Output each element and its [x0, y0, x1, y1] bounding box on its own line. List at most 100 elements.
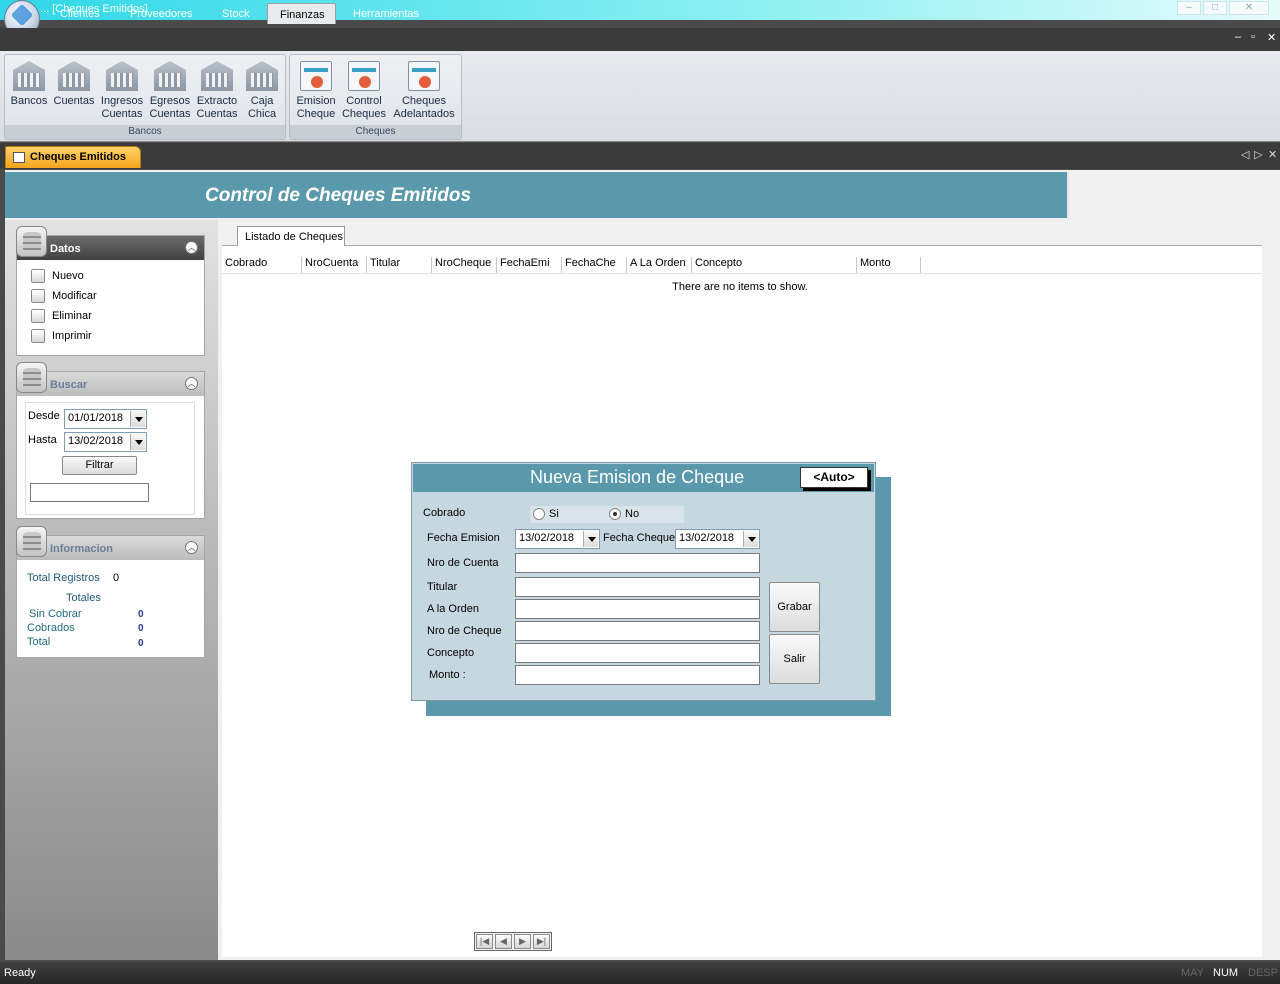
desde-label: Desde	[28, 410, 60, 422]
new-icon	[31, 269, 45, 283]
total-registros-value: 0	[113, 572, 120, 584]
ribbon-group-bancos: Bancos Cuentas Ingresos Cuentas Egresos …	[4, 54, 286, 140]
cheques-adelantados-button[interactable]: Cheques Adelantados	[388, 59, 460, 121]
first-page-icon[interactable]: |◀	[476, 934, 493, 949]
radio-si-label[interactable]: Si	[549, 508, 559, 520]
collapse-icon[interactable]: ︿	[185, 541, 198, 554]
maximize-button[interactable]: □	[1203, 1, 1227, 15]
control-label: Control	[346, 95, 382, 107]
extracto-cuentas-button[interactable]: Extracto Cuentas	[193, 59, 241, 121]
egresos-cuentas-button[interactable]: Egresos Cuentas	[147, 59, 193, 121]
group-label-cheques: Cheques	[290, 125, 461, 139]
fecha-emision-value: 13/02/2018	[519, 532, 575, 544]
tab-listado-de-cheques[interactable]: Listado de Cheques	[237, 226, 345, 246]
tab-stock[interactable]: Stock	[212, 3, 260, 24]
cheque-advance-icon	[408, 61, 440, 91]
tab-finanzas[interactable]: Finanzas	[267, 3, 336, 24]
radio-no[interactable]	[609, 508, 621, 520]
mdi-minimize-button[interactable]: –	[1235, 31, 1241, 43]
document-tab-strip	[0, 143, 1280, 169]
nro-cuenta-input[interactable]	[515, 553, 760, 573]
chevron-down-icon[interactable]	[743, 531, 758, 547]
nro-cheque-input[interactable]	[515, 621, 760, 641]
buscar-panel: Buscar ︿ Desde 01/01/2018 Hasta 13/02/20…	[16, 362, 205, 519]
scroll-right-icon[interactable]: ▷	[1254, 148, 1262, 161]
close-window-button[interactable]: ✕	[1229, 1, 1269, 15]
cuentas-button[interactable]: Cuentas	[51, 59, 97, 108]
salir-button[interactable]: Salir	[769, 634, 820, 684]
radio-no-label[interactable]: No	[625, 508, 639, 520]
radio-si[interactable]	[533, 508, 545, 520]
chevron-down-icon[interactable]	[130, 434, 145, 450]
datos-header[interactable]: Datos ︿	[16, 226, 204, 260]
cheque-control-icon	[348, 61, 380, 91]
column-header[interactable]: NroCuenta	[301, 257, 366, 273]
nuevo-link[interactable]: Nuevo	[31, 269, 84, 285]
chevron-down-icon[interactable]	[583, 531, 598, 547]
column-header[interactable]: Monto	[856, 257, 921, 273]
informacion-panel: Informacion ︿ Total Registros 0 Totales …	[16, 526, 205, 658]
modificar-link[interactable]: Modificar	[31, 289, 97, 305]
a-la-orden-input[interactable]	[515, 599, 760, 619]
concepto-input[interactable]	[515, 643, 760, 663]
close-doc-icon[interactable]: ✕	[1268, 148, 1277, 161]
mdi-close-button[interactable]: ✕	[1267, 31, 1276, 44]
column-header[interactable]: Titular	[366, 257, 431, 273]
informacion-body: Total Registros 0 Totales Sin Cobrar 0 C…	[21, 566, 201, 651]
bancos-button[interactable]: Bancos	[7, 59, 51, 108]
filtrar-button[interactable]: Filtrar	[62, 456, 137, 475]
nro-cheque-label: Nro de Cheque	[427, 625, 502, 637]
cobrados-label: Cobrados	[27, 622, 75, 634]
next-page-icon[interactable]: ▶	[514, 934, 531, 949]
informacion-header[interactable]: Informacion ︿	[16, 526, 204, 560]
fecha-cheque-picker[interactable]: 13/02/2018	[675, 529, 760, 549]
empty-list-message: There are no items to show.	[672, 281, 808, 293]
emision-label-line2: Cheque	[296, 108, 336, 120]
titular-label: Titular	[427, 581, 458, 593]
cuentas-label: Cuentas	[53, 95, 95, 107]
num-indicator: NUM	[1213, 967, 1239, 979]
collapse-icon[interactable]: ︿	[185, 241, 198, 254]
desde-date-picker[interactable]: 01/01/2018	[64, 409, 147, 429]
search-input[interactable]	[30, 483, 149, 502]
fecha-emision-picker[interactable]: 13/02/2018	[515, 529, 600, 549]
minimize-button[interactable]: –	[1177, 1, 1201, 15]
prev-page-icon[interactable]: ◀	[495, 934, 512, 949]
tab-clientes[interactable]: Clientes	[50, 3, 110, 24]
scroll-left-icon[interactable]: ◁	[1241, 148, 1249, 161]
scroll-indicator: DESP	[1248, 967, 1278, 979]
eliminar-link[interactable]: Eliminar	[31, 309, 92, 325]
column-header[interactable]: A La Orden	[626, 257, 691, 273]
delete-icon	[31, 309, 45, 323]
column-header[interactable]: Concepto	[691, 257, 856, 273]
doc-tab-cheques-emitidos[interactable]: Cheques Emitidos	[5, 146, 141, 168]
monto-input[interactable]	[515, 665, 760, 685]
titular-input[interactable]	[515, 577, 760, 597]
buscar-header[interactable]: Buscar ︿	[16, 362, 204, 396]
ingresos-cuentas-button[interactable]: Ingresos Cuentas	[97, 59, 147, 121]
control-label-line2: Cheques	[341, 108, 387, 120]
a-la-orden-label: A la Orden	[427, 603, 479, 615]
column-header[interactable]: FechaChe	[561, 257, 626, 273]
column-header[interactable]: Cobrado	[222, 257, 301, 273]
column-header[interactable]: FechaEmi	[496, 257, 561, 273]
last-page-icon[interactable]: ▶|	[533, 934, 550, 949]
ingresos-label-line2: Cuentas	[101, 108, 143, 120]
tab-herramientas[interactable]: Herramientas	[343, 3, 429, 24]
total-label: Total	[27, 636, 51, 648]
sin-cobrar-label: Sin Cobrar	[29, 608, 82, 620]
control-cheques-button[interactable]: Control Cheques	[340, 59, 388, 121]
hasta-date-picker[interactable]: 13/02/2018	[64, 432, 147, 452]
mdi-restore-button[interactable]: ▫	[1251, 31, 1255, 43]
grabar-button[interactable]: Grabar	[769, 582, 820, 632]
chevron-down-icon[interactable]	[130, 411, 145, 427]
tab-proveedores[interactable]: Proveedores	[120, 3, 202, 24]
imprimir-label: Imprimir	[52, 330, 92, 342]
egresos-label-line2: Cuentas	[149, 108, 191, 120]
caja-chica-button[interactable]: Caja Chica	[241, 59, 283, 121]
collapse-icon[interactable]: ︿	[185, 377, 198, 390]
status-text: Ready	[4, 967, 36, 979]
column-header[interactable]: NroCheque	[431, 257, 496, 273]
imprimir-link[interactable]: Imprimir	[31, 329, 92, 345]
emision-cheque-button[interactable]: Emision Cheque	[292, 59, 340, 121]
